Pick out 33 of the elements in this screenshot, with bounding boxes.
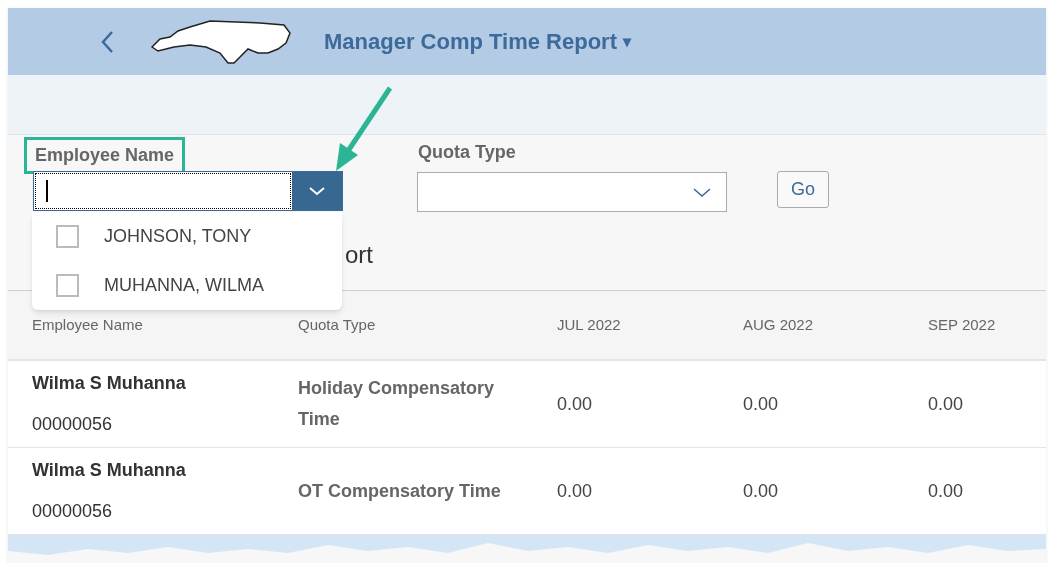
employee-id: 00000056 bbox=[32, 413, 114, 436]
table-cell-text: 0.00 bbox=[928, 392, 965, 416]
table-cell-text: 0.00 bbox=[928, 479, 965, 503]
column-header: Employee Name bbox=[32, 314, 144, 335]
report-title: ort bbox=[345, 240, 373, 270]
table-cell-text: 0.00 bbox=[743, 392, 780, 416]
chevron-down-icon bbox=[308, 186, 326, 196]
employee-name: Wilma S Muhanna bbox=[32, 459, 187, 482]
table-cell-text: 0.00 bbox=[743, 479, 780, 503]
dropdown-option[interactable]: JOHNSON, TONY bbox=[32, 212, 342, 261]
back-icon[interactable] bbox=[100, 29, 114, 54]
dropdown-button[interactable] bbox=[292, 172, 342, 210]
checkbox[interactable] bbox=[56, 274, 79, 297]
state-map-icon bbox=[150, 18, 292, 65]
checkbox[interactable] bbox=[56, 225, 79, 248]
employee-name: Wilma S Muhanna bbox=[32, 372, 187, 395]
column-header: AUG 2022 bbox=[743, 314, 815, 335]
quota-type-cell-text: OT Compensatory Time bbox=[298, 479, 502, 503]
option-label: MUHANNA, WILMA bbox=[104, 274, 264, 297]
dropdown-option[interactable]: MUHANNA, WILMA bbox=[32, 261, 342, 310]
column-header: JUL 2022 bbox=[557, 314, 622, 335]
employee-id: 00000056 bbox=[32, 500, 114, 523]
quota-type-select[interactable] bbox=[417, 172, 727, 212]
chevron-down-icon bbox=[692, 186, 712, 198]
field-label: Quota Type bbox=[418, 141, 516, 164]
table-cell-text: 0.00 bbox=[557, 479, 594, 503]
table-cell-text: 0.00 bbox=[557, 392, 594, 416]
employee-name-combo[interactable] bbox=[33, 171, 343, 211]
quota-type-cell-text: Holiday Compensatory Time bbox=[298, 377, 496, 431]
option-label: JOHNSON, TONY bbox=[104, 225, 252, 248]
column-header: SEP 2022 bbox=[928, 314, 997, 335]
column-header: Quota Type bbox=[298, 314, 377, 335]
go-button[interactable]: Go bbox=[777, 171, 829, 208]
